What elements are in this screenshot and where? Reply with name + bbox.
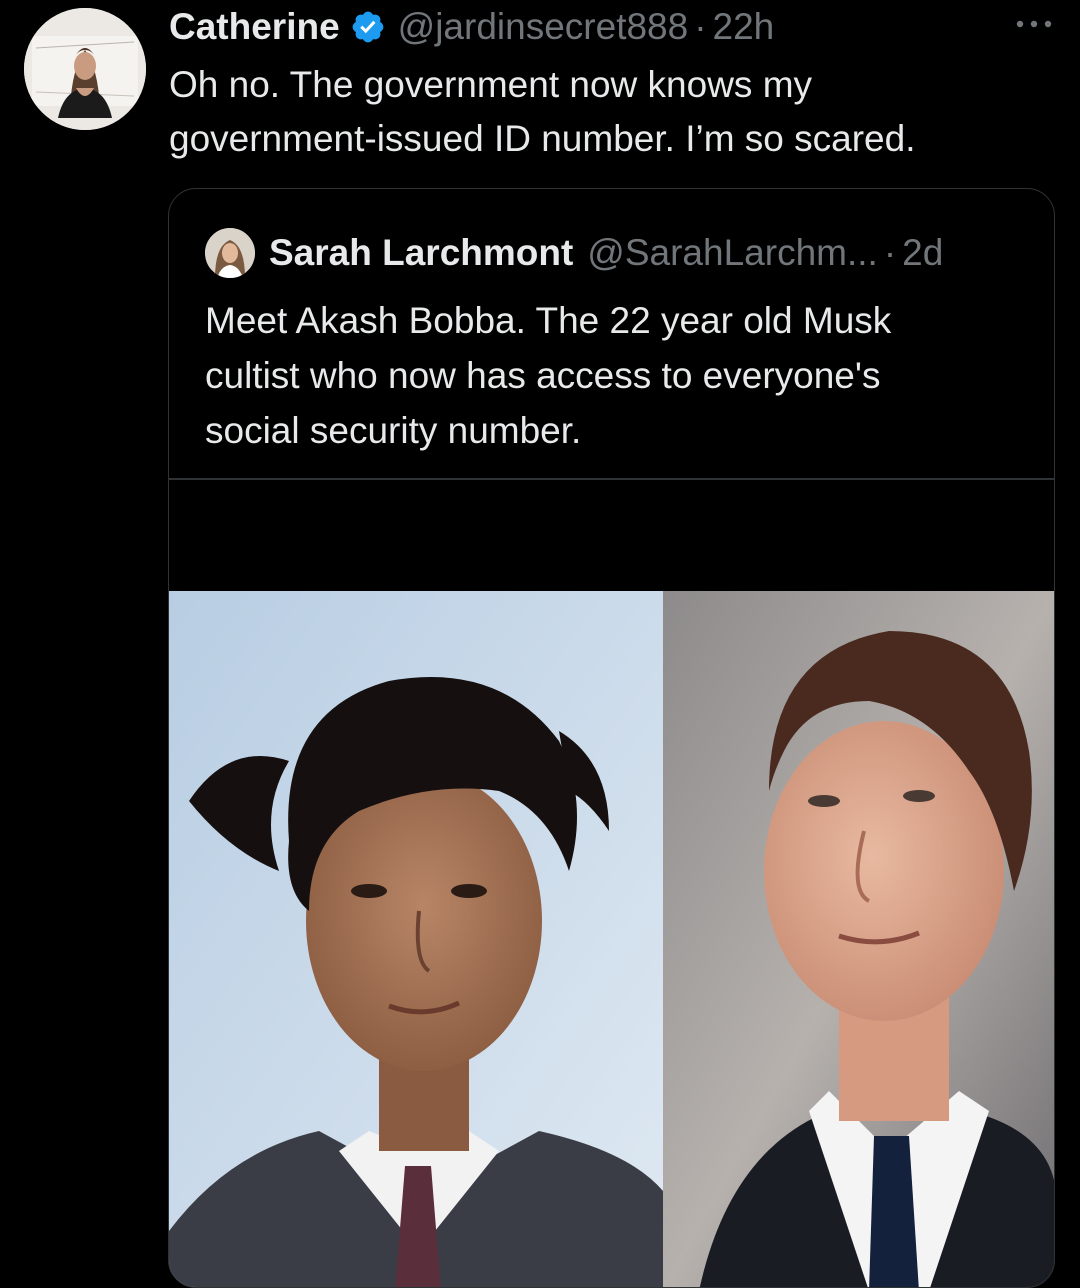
tweet-text-line: Oh no. The government now knows my <box>169 64 813 105</box>
quoted-text-line: Meet Akash Bobba. The 22 year old Musk <box>205 300 892 341</box>
tweet-header: Catherine @jardinsecret888 · 22h <box>169 4 774 50</box>
quoted-header-separator: · <box>883 232 897 273</box>
quoted-media-image[interactable] <box>169 591 1054 1287</box>
tweet-text: Oh no. The government now knows my gover… <box>169 58 1049 166</box>
author-name[interactable]: Catherine <box>169 6 340 48</box>
quoted-divider <box>169 478 1054 480</box>
tweet-text-line: government-issued ID number. I’m so scar… <box>169 118 916 159</box>
quoted-text-line: cultist who now has access to everyone's <box>205 355 881 396</box>
quoted-tweet[interactable]: Sarah Larchmont @SarahLarchm... · 2d Mee… <box>168 188 1055 1288</box>
author-avatar[interactable] <box>24 8 146 130</box>
author-handle[interactable]: @jardinsecret888 <box>398 6 689 48</box>
verified-badge-icon <box>350 9 386 45</box>
quoted-author-name[interactable]: Sarah Larchmont <box>269 232 573 274</box>
quoted-author-avatar[interactable] <box>205 228 255 278</box>
quoted-tweet-header: Sarah Larchmont @SarahLarchm... · 2d <box>205 228 943 278</box>
tweet[interactable]: Catherine @jardinsecret888 · 22h Oh no. … <box>0 0 1080 1288</box>
quoted-author-handle[interactable]: @SarahLarchm... <box>587 232 878 274</box>
header-separator: · <box>694 6 707 47</box>
quoted-text-line: social security number. <box>205 410 582 451</box>
more-options-icon[interactable] <box>1012 14 1056 34</box>
quoted-tweet-timestamp[interactable]: 2d <box>902 232 943 274</box>
quoted-tweet-text: Meet Akash Bobba. The 22 year old Musk c… <box>205 293 1025 458</box>
tweet-timestamp[interactable]: 22h <box>713 6 775 48</box>
